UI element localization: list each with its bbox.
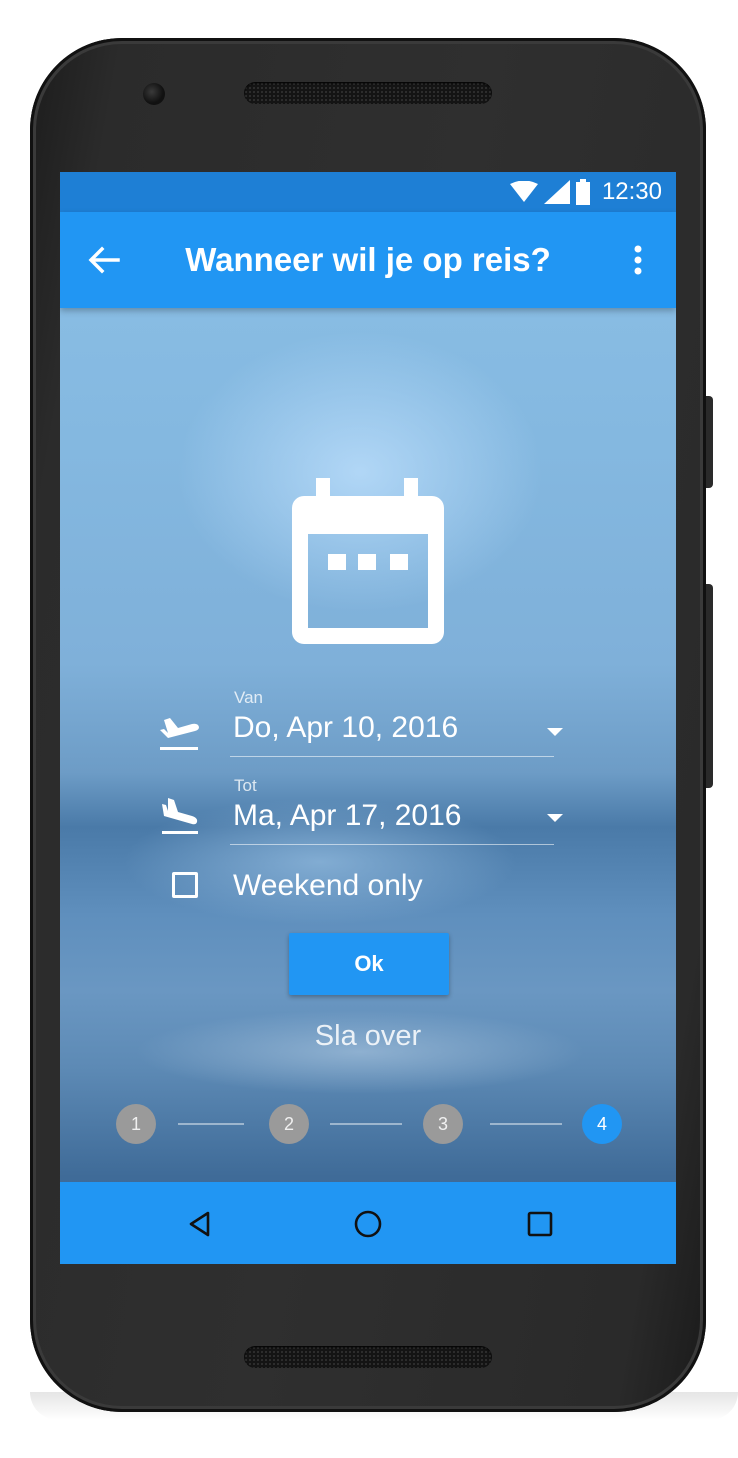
chevron-down-icon	[547, 814, 563, 822]
calendar-icon	[292, 478, 444, 644]
flight-land-icon	[162, 798, 198, 834]
status-icons: 12:30	[509, 178, 662, 206]
wifi-icon	[509, 181, 538, 202]
step-connector	[490, 1123, 562, 1125]
bottom-speaker	[244, 1346, 492, 1368]
nav-back-icon	[189, 1211, 210, 1237]
screen: 12:30 Wanneer wil je op reis? Van Do, Ap…	[60, 172, 676, 1264]
nav-home-icon	[354, 1210, 382, 1238]
step-3: 3	[423, 1104, 463, 1144]
front-camera	[143, 83, 165, 105]
nav-recents-icon	[527, 1211, 553, 1237]
battery-icon	[575, 179, 590, 205]
nav-back-button[interactable]	[180, 1204, 220, 1244]
page-title: Wanneer wil je op reis?	[185, 241, 551, 278]
flight-takeoff-icon	[160, 718, 199, 750]
status-time: 12:30	[601, 178, 662, 205]
from-date-underline	[230, 756, 554, 757]
top-speaker	[244, 82, 492, 104]
weekend-only-checkbox[interactable]	[172, 872, 198, 898]
to-date-field[interactable]: Tot Ma, Apr 17, 2016	[158, 772, 618, 862]
signal-icon	[543, 180, 570, 204]
weekend-only-label: Weekend only	[233, 869, 423, 902]
to-date-label: Tot	[234, 776, 257, 795]
from-date-label: Van	[234, 688, 263, 707]
chevron-down-icon	[547, 728, 563, 736]
overflow-menu-button[interactable]	[620, 240, 656, 280]
weekend-only-option[interactable]: Weekend only	[170, 868, 470, 908]
skip-link[interactable]: Sla over	[60, 1020, 676, 1053]
navigation-bar	[60, 1182, 676, 1264]
to-date-value: Ma, Apr 17, 2016	[233, 799, 462, 832]
from-date-value: Do, Apr 10, 2016	[233, 711, 459, 744]
step-1: 1	[116, 1104, 156, 1144]
app-bar: Wanneer wil je op reis?	[60, 212, 676, 308]
status-bar: 12:30	[60, 172, 676, 212]
step-2: 2	[269, 1104, 309, 1144]
step-4: 4	[582, 1104, 622, 1144]
more-vert-icon	[634, 245, 642, 275]
from-date-field[interactable]: Van Do, Apr 10, 2016	[158, 684, 618, 774]
step-connector	[330, 1123, 402, 1125]
nav-recents-button[interactable]	[520, 1204, 560, 1244]
ok-button[interactable]: Ok	[289, 933, 449, 995]
nav-home-button[interactable]	[348, 1204, 388, 1244]
step-connector	[178, 1123, 244, 1125]
to-date-underline	[230, 844, 554, 845]
